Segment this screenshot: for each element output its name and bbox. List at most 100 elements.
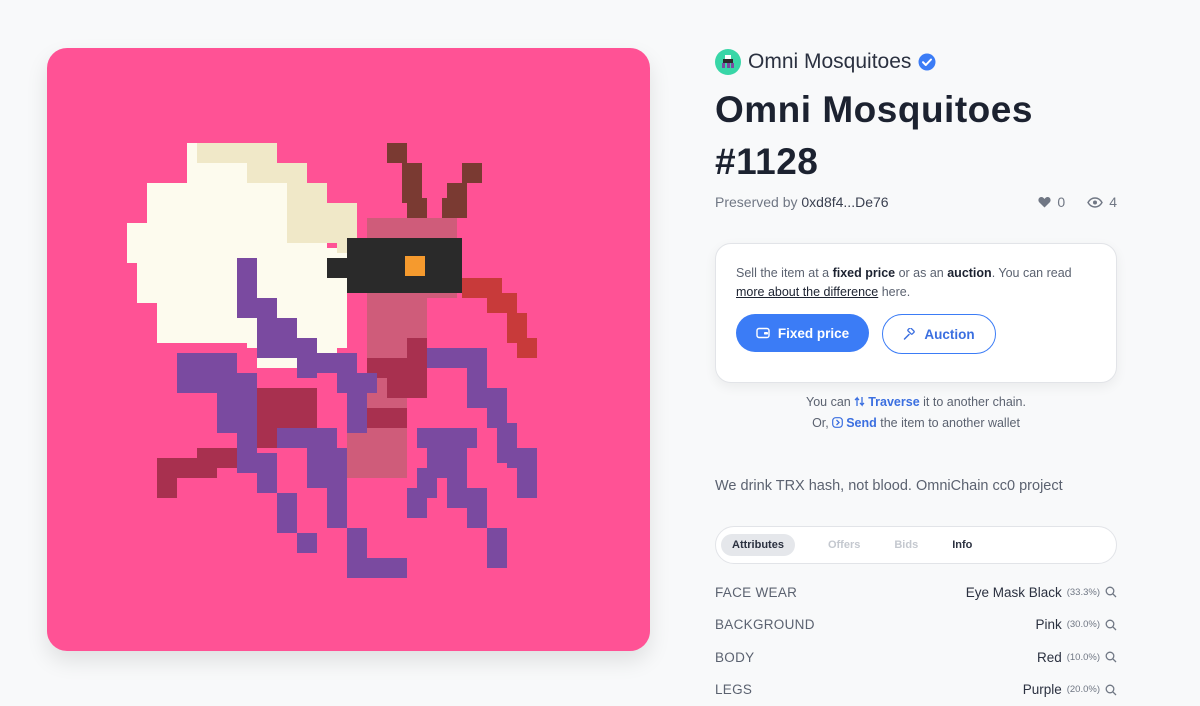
heart-icon	[1038, 196, 1051, 208]
attribute-value: Red	[1037, 650, 1062, 665]
fixed-price-label: Fixed price	[778, 326, 849, 341]
art-pixel-block	[277, 493, 297, 533]
art-pixel-block	[157, 478, 177, 498]
art-pixel-block	[407, 338, 427, 378]
verified-badge-icon	[918, 53, 936, 71]
item-details-panel: Omni Mosquitoes Omni Mosquitoes #1128 Pr…	[715, 48, 1117, 706]
transfer-options: You can Traverse it to another chain. Or…	[715, 392, 1117, 434]
art-pixel-block	[197, 143, 277, 163]
art-pixel-block	[317, 353, 357, 373]
attribute-row: BODY Red (10.0%)	[715, 641, 1117, 674]
sell-text-fixed: fixed price	[833, 266, 896, 280]
search-icon[interactable]	[1105, 586, 1117, 598]
art-pixel-block	[277, 318, 297, 358]
attribute-key: LEGS	[715, 682, 752, 697]
difference-link[interactable]: more about the difference	[736, 285, 878, 299]
art-pixel-block	[487, 293, 517, 313]
tab-info[interactable]: Info	[941, 534, 983, 556]
sell-text-2: or as an	[895, 266, 947, 280]
attribute-key: FACE WEAR	[715, 585, 797, 600]
art-pixel-block	[347, 528, 367, 558]
attribute-rarity: (30.0%)	[1067, 619, 1100, 630]
search-icon[interactable]	[1105, 684, 1117, 696]
tab-bids[interactable]: Bids	[883, 534, 929, 556]
like-count: 0	[1057, 194, 1065, 210]
attributes-list: FACE WEAR Eye Mask Black (33.3%) BACKGRO…	[715, 576, 1117, 706]
collection-avatar	[715, 49, 741, 75]
art-pixel-block	[297, 533, 317, 553]
auction-button[interactable]: Auction	[882, 314, 996, 354]
attribute-rarity: (33.3%)	[1067, 587, 1100, 598]
send-text-post: the item to another wallet	[877, 416, 1020, 430]
item-title: Omni Mosquitoes #1128	[715, 84, 1117, 188]
art-pixel-block	[402, 163, 422, 203]
eye-icon	[1087, 197, 1103, 208]
art-pixel-block	[405, 256, 425, 276]
attribute-value: Eye Mask Black	[966, 585, 1062, 600]
art-pixel-block	[307, 448, 347, 488]
art-pixel-block	[287, 223, 317, 243]
art-pixel-block	[442, 198, 467, 218]
art-pixel-block	[407, 198, 427, 218]
owner-label: Preserved by	[715, 194, 797, 210]
send-link[interactable]: Send	[832, 416, 877, 430]
art-pixel-block	[462, 163, 482, 183]
art-pixel-block	[297, 338, 317, 378]
art-pixel-block	[277, 428, 337, 448]
art-pixel-block	[507, 448, 537, 468]
auction-label: Auction	[924, 327, 974, 342]
like-button[interactable]: 0	[1038, 194, 1065, 210]
art-pixel-block	[347, 428, 407, 478]
collection-link[interactable]: Omni Mosquitoes	[715, 48, 1117, 76]
attribute-rarity: (10.0%)	[1067, 652, 1100, 663]
traverse-link[interactable]: Traverse	[854, 395, 919, 409]
sell-text-1: Sell the item at a	[736, 266, 833, 280]
art-pixel-block	[257, 298, 277, 358]
art-pixel-block	[427, 348, 487, 368]
attribute-key: BODY	[715, 650, 754, 665]
art-pixel-block	[417, 428, 477, 448]
art-pixel-block	[407, 488, 427, 518]
attribute-value: Pink	[1035, 617, 1061, 632]
art-pixel-block	[367, 408, 407, 428]
art-pixel-block	[327, 488, 347, 528]
attribute-value: Purple	[1023, 682, 1062, 697]
art-pixel-block	[467, 488, 487, 528]
art-pixel-block	[327, 258, 347, 278]
collection-name[interactable]: Omni Mosquitoes	[748, 50, 911, 74]
attribute-rarity: (20.0%)	[1067, 684, 1100, 695]
search-icon[interactable]	[1105, 619, 1117, 631]
sell-options-card: Sell the item at a fixed price or as an …	[715, 243, 1117, 383]
owner-address-link[interactable]: 0xd8f4...De76	[801, 194, 888, 210]
art-pixel-block	[347, 238, 462, 293]
art-pixel-block	[177, 373, 257, 393]
art-pixel-block	[337, 373, 377, 393]
sell-text-4: here.	[878, 285, 910, 299]
search-icon[interactable]	[1105, 651, 1117, 663]
art-pixel-block	[487, 528, 507, 568]
art-pixel-block	[387, 378, 427, 398]
fixed-price-button[interactable]: Fixed price	[736, 314, 869, 352]
send-text-pre: Or,	[812, 416, 832, 430]
traverse-label: Traverse	[868, 395, 919, 409]
send-label: Send	[846, 416, 877, 430]
art-pixel-block	[517, 338, 537, 358]
art-pixel-block	[147, 183, 307, 223]
owner-info: Preserved by 0xd8f4...De76	[715, 194, 889, 210]
traverse-text-post: it to another chain.	[920, 395, 1026, 409]
attribute-row: LEGS Purple (20.0%)	[715, 674, 1117, 706]
art-pixel-block	[387, 143, 407, 163]
art-pixel-block	[517, 468, 537, 498]
art-pixel-block	[487, 388, 507, 428]
art-pixel-block	[247, 163, 307, 183]
art-pixel-block	[257, 453, 277, 493]
gavel-icon	[903, 328, 916, 341]
tab-offers[interactable]: Offers	[817, 534, 871, 556]
attribute-row: BACKGROUND Pink (30.0%)	[715, 609, 1117, 642]
mosquito-pixel-art	[47, 48, 650, 651]
tab-attributes[interactable]: Attributes	[721, 534, 795, 556]
view-count: 4	[1109, 194, 1117, 210]
art-pixel-block	[447, 448, 467, 508]
nft-artwork[interactable]	[47, 48, 650, 651]
art-pixel-block	[347, 393, 367, 433]
